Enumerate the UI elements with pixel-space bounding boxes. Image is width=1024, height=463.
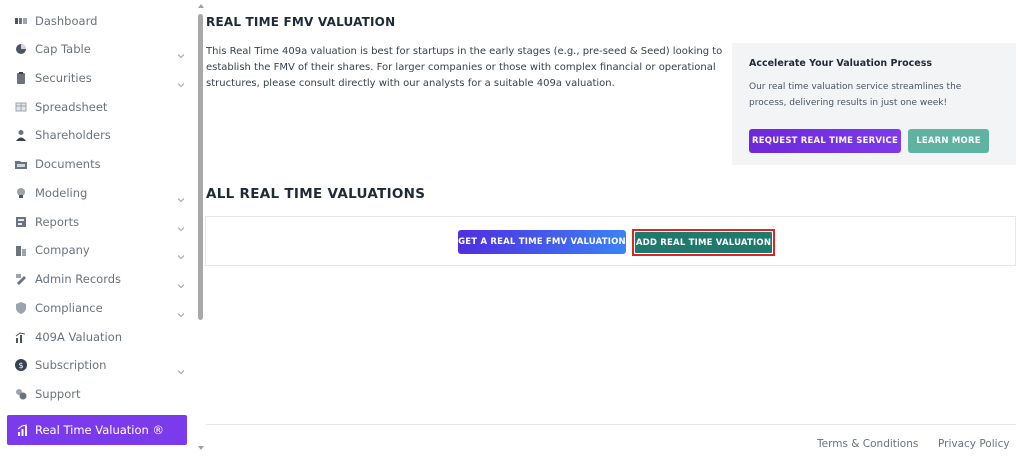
user-icon: [15, 129, 27, 141]
bar-chart-icon: [17, 424, 29, 436]
sidebar-item-label: Spreadsheet: [35, 100, 108, 114]
chevron-down-icon[interactable]: [177, 275, 185, 289]
sidebar-item-label: Compliance: [35, 301, 103, 315]
scroll-down-arrow-icon[interactable]: [197, 444, 205, 452]
chevron-down-icon[interactable]: [177, 74, 185, 88]
section-title: ALL REAL TIME VALUATIONS: [206, 186, 426, 202]
report-icon: [15, 216, 27, 228]
chevron-down-icon[interactable]: [177, 246, 185, 260]
footer-divider: [206, 424, 1016, 425]
request-real-time-service-button[interactable]: REQUEST REAL TIME SERVICE: [749, 129, 901, 153]
sidebar-item-409a-valuation[interactable]: 409A Valuation: [0, 323, 196, 351]
terms-link[interactable]: Terms & Conditions: [817, 438, 918, 450]
chevron-down-icon[interactable]: [177, 361, 185, 375]
sidebar-item-support[interactable]: Support: [0, 380, 196, 408]
sidebar-item-label: Modeling: [35, 186, 88, 200]
sidebar-item-subscription[interactable]: $ Subscription: [0, 351, 196, 379]
highlight-box: ADD REAL TIME VALUATION: [632, 229, 775, 256]
sidebar-item-label: 409A Valuation: [35, 330, 123, 344]
sidebar-item-label: Subscription: [35, 358, 107, 372]
intro-text: This Real Time 409a valuation is best fo…: [206, 46, 723, 89]
building-icon: [15, 244, 27, 256]
sidebar-item-documents[interactable]: Documents: [0, 150, 196, 178]
sidebar-item-label: Dashboard: [35, 14, 98, 28]
clipboard-icon: [15, 72, 27, 84]
support-icon: [15, 388, 27, 400]
chevron-down-icon[interactable]: [177, 304, 185, 318]
admin-records-icon: [15, 273, 27, 285]
dashboard-icon: [15, 15, 27, 27]
sidebar-item-label: Cap Table: [35, 42, 91, 56]
add-real-time-valuation-button[interactable]: ADD REAL TIME VALUATION: [635, 232, 772, 253]
sidebar-item-reports[interactable]: Reports: [0, 208, 196, 236]
chart-icon: [15, 331, 27, 343]
sidebar-item-label: Support: [35, 387, 81, 401]
sidebar-item-securities[interactable]: Securities: [0, 64, 196, 92]
sidebar-item-modeling[interactable]: Modeling: [0, 179, 196, 207]
spreadsheet-icon: [15, 101, 27, 113]
sidebar-item-shareholders[interactable]: Shareholders: [0, 121, 196, 149]
folder-icon: [15, 158, 27, 170]
pie-chart-icon: [15, 43, 27, 55]
privacy-link[interactable]: Privacy Policy: [938, 438, 1010, 450]
promo-card: Accelerate Your Valuation Process Our re…: [732, 43, 1016, 165]
promo-text: Our real time valuation service streamli…: [749, 82, 962, 108]
sidebar-item-label: Real Time Valuation ®: [35, 423, 164, 437]
scroll-thumb[interactable]: [198, 14, 203, 320]
sidebar-item-label: Admin Records: [35, 272, 122, 286]
sidebar-item-admin-records[interactable]: Admin Records: [0, 265, 196, 293]
sidebar-item-label: Reports: [35, 215, 80, 229]
page-title: REAL TIME FMV VALUATION: [206, 15, 396, 29]
sidebar-item-cap-table[interactable]: Cap Table: [0, 35, 196, 63]
sidebar-item-company[interactable]: Company: [0, 236, 196, 264]
lightbulb-icon: [15, 187, 27, 199]
svg-text:$: $: [18, 361, 23, 370]
shield-icon: [15, 302, 27, 314]
sidebar: Dashboard Cap Table Securities Spreadsheet S…: [0, 0, 196, 463]
sidebar-item-dashboard[interactable]: Dashboard: [0, 7, 196, 35]
sidebar-item-compliance[interactable]: Compliance: [0, 294, 196, 322]
promo-title: Accelerate Your Valuation Process: [749, 58, 933, 69]
sidebar-item-real-time-valuation[interactable]: Real Time Valuation ®: [7, 415, 187, 445]
chevron-down-icon[interactable]: [177, 45, 185, 59]
scroll-up-arrow-icon[interactable]: [197, 2, 205, 10]
valuations-panel: GET A REAL TIME FMV VALUATION ADD REAL T…: [205, 216, 1016, 266]
chevron-down-icon[interactable]: [177, 189, 185, 203]
learn-more-button[interactable]: LEARN MORE: [908, 129, 989, 153]
sidebar-item-spreadsheet[interactable]: Spreadsheet: [0, 93, 196, 121]
sidebar-item-label: Company: [35, 243, 90, 257]
dollar-icon: $: [15, 359, 27, 371]
chevron-down-icon[interactable]: [177, 218, 185, 232]
get-fmv-valuation-button[interactable]: GET A REAL TIME FMV VALUATION: [458, 230, 626, 254]
sidebar-item-label: Documents: [35, 157, 101, 171]
sidebar-item-label: Securities: [35, 71, 92, 85]
sidebar-item-label: Shareholders: [35, 128, 111, 142]
